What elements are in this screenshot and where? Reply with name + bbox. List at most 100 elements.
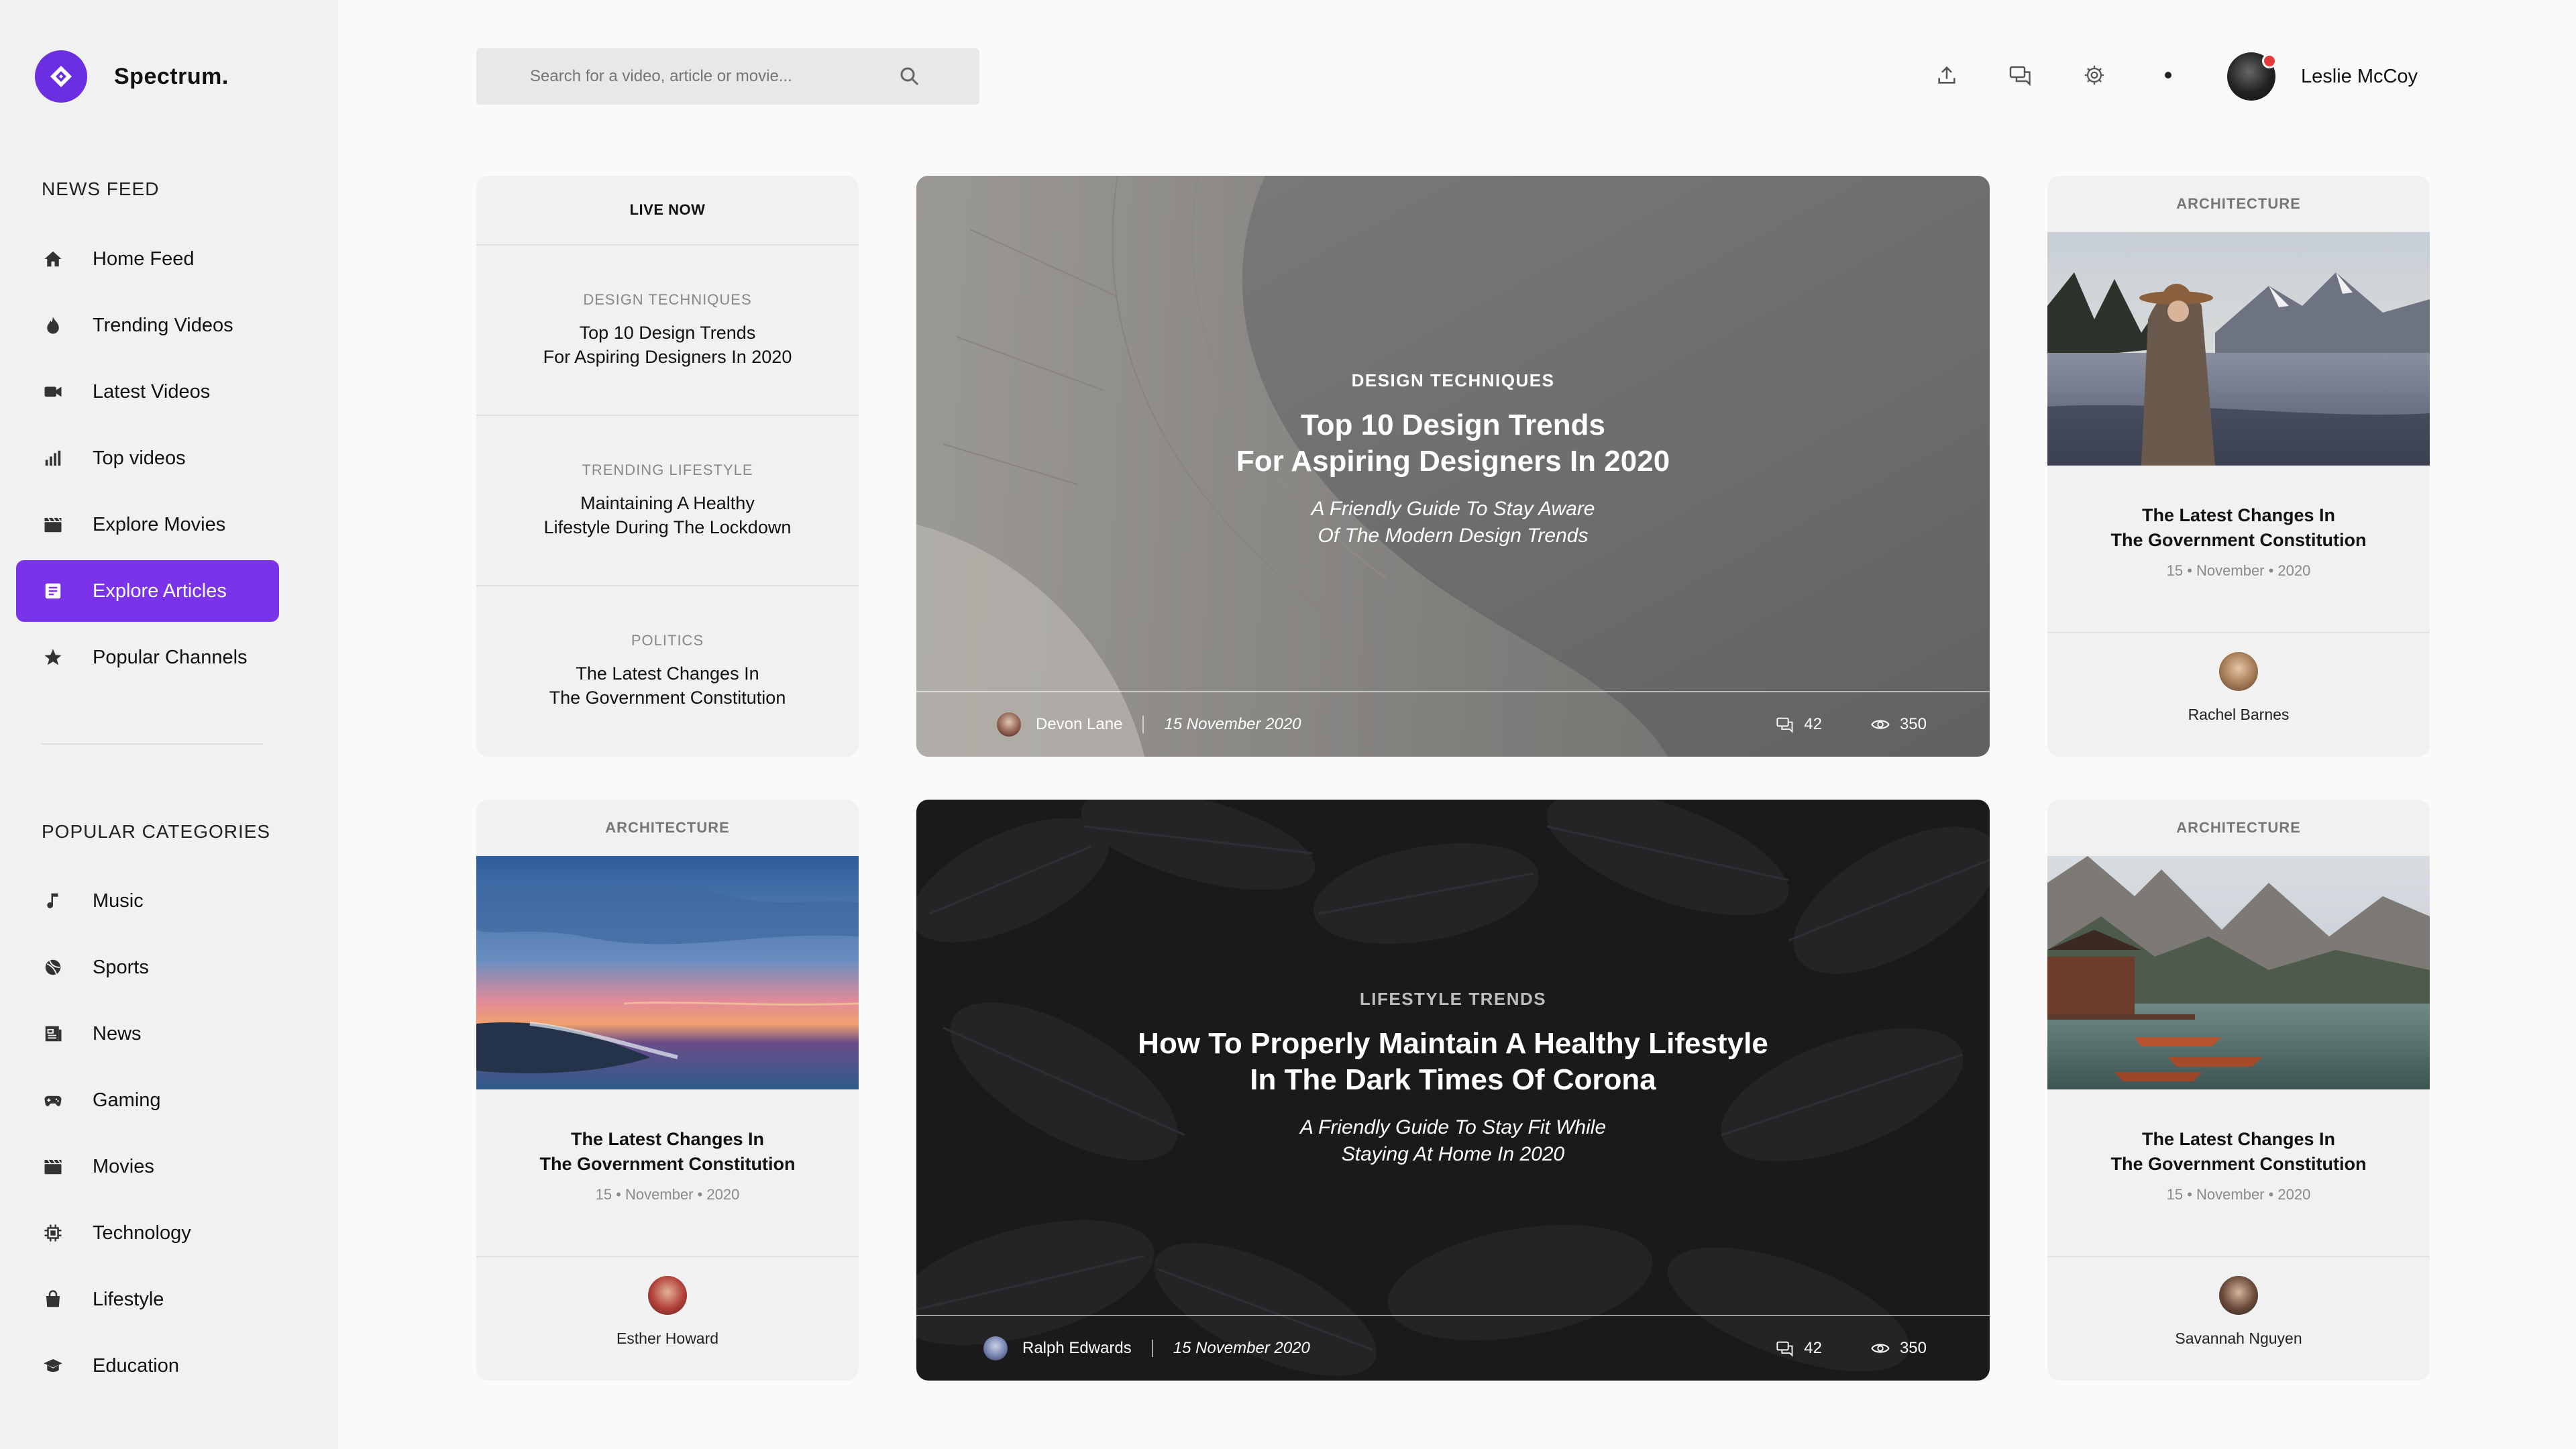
sidebar-item-label: Explore Movies	[93, 513, 226, 535]
avatar[interactable]	[2227, 52, 2277, 101]
live-item-title: The Latest Changes In The Government Con…	[549, 661, 786, 710]
card-divider	[476, 1256, 859, 1257]
sidebar-item-popular-channels[interactable]: Popular Channels	[16, 627, 279, 688]
author-avatar[interactable]	[983, 1336, 1008, 1360]
footer-divider	[1151, 1340, 1153, 1357]
category-item-education[interactable]: Education	[16, 1335, 279, 1397]
hero-title: How To Properly Maintain A Healthy Lifes…	[916, 1026, 1990, 1098]
bar-chart-icon	[42, 447, 64, 470]
comments-count: 42	[1804, 715, 1822, 733]
footer-divider	[1142, 716, 1144, 733]
sidebar-item-top-videos[interactable]: Top videos	[16, 427, 279, 489]
author-name[interactable]: Ralph Edwards	[1022, 1339, 1132, 1358]
sidebar-item-home-feed[interactable]: Home Feed	[16, 228, 279, 290]
hero-subtitle-line: Staying At Home In 2020	[1341, 1143, 1565, 1165]
featured-article-lifestyle[interactable]: LIFESTYLE TRENDS How To Properly Maintai…	[916, 800, 1990, 1381]
user-name: Leslie McCoy	[2301, 65, 2418, 87]
comments-count: 42	[1804, 1339, 1822, 1357]
home-icon	[42, 248, 64, 270]
author-avatar[interactable]	[997, 712, 1021, 737]
category-item-label: News	[93, 1022, 142, 1044]
views-stat[interactable]: 350	[1870, 1338, 1927, 1358]
category-item-news[interactable]: News	[16, 1003, 279, 1065]
sidebar-item-label: Explore Articles	[93, 580, 227, 602]
category-item-sports[interactable]: Sports	[16, 936, 279, 998]
card-date: 15 • November • 2020	[595, 1186, 740, 1203]
category-item-label: Music	[93, 890, 144, 912]
avatar[interactable]	[2219, 652, 2258, 691]
search-icon[interactable]	[898, 64, 922, 92]
author-name[interactable]: Devon Lane	[1036, 715, 1122, 734]
comments-stat[interactable]: 42	[1776, 715, 1822, 734]
spectrum-logo-icon	[35, 50, 87, 103]
live-item[interactable]: DESIGN TECHNIQUES Top 10 Design Trends F…	[476, 246, 859, 416]
article-card[interactable]: ARCHITECTURE The Latest Changes In The G	[476, 800, 859, 1381]
brand-logo[interactable]: Spectrum.	[35, 50, 229, 103]
live-item-title-line: The Latest Changes In	[576, 663, 759, 684]
sidebar-item-label: Popular Channels	[93, 646, 248, 668]
search-bar	[476, 48, 979, 105]
sidebar-item-explore-articles[interactable]: Explore Articles	[16, 560, 279, 622]
live-item-title-line: For Aspiring Designers In 2020	[543, 347, 792, 367]
upload-icon[interactable]	[1932, 60, 1962, 90]
card-title-line: The Government Constitution	[2110, 1154, 2367, 1174]
clapperboard-icon	[42, 1155, 64, 1178]
notification-dot	[2262, 54, 2277, 68]
card-author[interactable]: Esther Howard	[476, 1276, 859, 1348]
mountain-lake-boats-image	[2047, 856, 2430, 1089]
avatar[interactable]	[648, 1276, 687, 1315]
sidebar-item-trending-videos[interactable]: Trending Videos	[16, 294, 279, 356]
article-card[interactable]: ARCHITECTURE The Latest Changes In The G…	[2047, 800, 2430, 1381]
category-item-music[interactable]: Music	[16, 870, 279, 932]
card-title: The Latest Changes In The Government Con…	[2047, 1127, 2430, 1177]
card-title-line: The Latest Changes In	[2141, 505, 2336, 525]
card-author[interactable]: Rachel Barnes	[2047, 652, 2430, 724]
views-stat[interactable]: 350	[1870, 714, 1927, 735]
star-icon	[42, 646, 64, 669]
chip-icon	[42, 1222, 64, 1244]
sidebar-item-explore-movies[interactable]: Explore Movies	[16, 494, 279, 555]
hero-title-line: For Aspiring Designers In 2020	[1236, 445, 1670, 478]
user-profile[interactable]: Leslie McCoy	[2227, 52, 2418, 101]
live-item-title-line: Top 10 Design Trends	[579, 323, 756, 343]
author-name: Savannah Nguyen	[2175, 1330, 2302, 1347]
live-item-category: DESIGN TECHNIQUES	[583, 291, 752, 308]
hero-category: LIFESTYLE TRENDS	[1359, 989, 1547, 1009]
category-item-gaming[interactable]: Gaming	[16, 1069, 279, 1131]
category-item-label: Movies	[93, 1155, 154, 1177]
comments-stat[interactable]: 42	[1776, 1339, 1822, 1358]
category-item-lifestyle[interactable]: Lifestyle	[16, 1269, 279, 1330]
live-item-title: Top 10 Design Trends For Aspiring Design…	[543, 321, 792, 369]
hero-subtitle: A Friendly Guide To Stay Aware Of The Mo…	[916, 496, 1990, 549]
settings-icon[interactable]	[2080, 60, 2109, 90]
avatar[interactable]	[2219, 1276, 2258, 1315]
live-item[interactable]: TRENDING LIFESTYLE Maintaining A Healthy…	[476, 416, 859, 586]
live-item[interactable]: POLITICS The Latest Changes In The Gover…	[476, 586, 859, 755]
hero-content: LIFESTYLE TRENDS How To Properly Maintai…	[916, 989, 1990, 1168]
hero-subtitle-line: Of The Modern Design Trends	[1318, 525, 1589, 547]
hero-footer: Ralph Edwards 15 November 2020 42 350	[916, 1315, 1990, 1381]
card-title: The Latest Changes In The Government Con…	[2047, 503, 2430, 553]
lake-image	[2047, 232, 2430, 466]
clapperboard-icon	[42, 513, 64, 536]
dot-icon[interactable]	[2153, 60, 2183, 90]
category-item-technology[interactable]: Technology	[16, 1202, 279, 1264]
hero-content: DESIGN TECHNIQUES Top 10 Design Trends F…	[916, 370, 1990, 549]
live-item-title-line: Lifestyle During The Lockdown	[543, 517, 792, 537]
search-input[interactable]	[529, 66, 880, 87]
hero-footer: Devon Lane 15 November 2020 42 350	[916, 691, 1990, 757]
publish-date: 15 November 2020	[1164, 715, 1301, 733]
sidebar-item-label: Latest Videos	[93, 380, 211, 402]
article-card[interactable]: ARCHITECTURE The Latest Changes In The G…	[2047, 176, 2430, 757]
fire-icon	[42, 314, 64, 337]
eye-icon	[1871, 720, 1890, 729]
popular-categories-heading: POPULAR CATEGORIES	[42, 821, 271, 842]
chat-icon[interactable]	[2006, 60, 2035, 90]
category-item-movies[interactable]: Movies	[16, 1136, 279, 1197]
hero-title-line: In The Dark Times Of Corona	[1250, 1063, 1656, 1096]
hero-category: DESIGN TECHNIQUES	[1351, 370, 1555, 390]
featured-article-design[interactable]: DESIGN TECHNIQUES Top 10 Design Trends F…	[916, 176, 1990, 757]
sidebar-item-latest-videos[interactable]: Latest Videos	[16, 361, 279, 423]
card-author[interactable]: Savannah Nguyen	[2047, 1276, 2430, 1348]
live-now-title: LIVE NOW	[476, 176, 859, 246]
